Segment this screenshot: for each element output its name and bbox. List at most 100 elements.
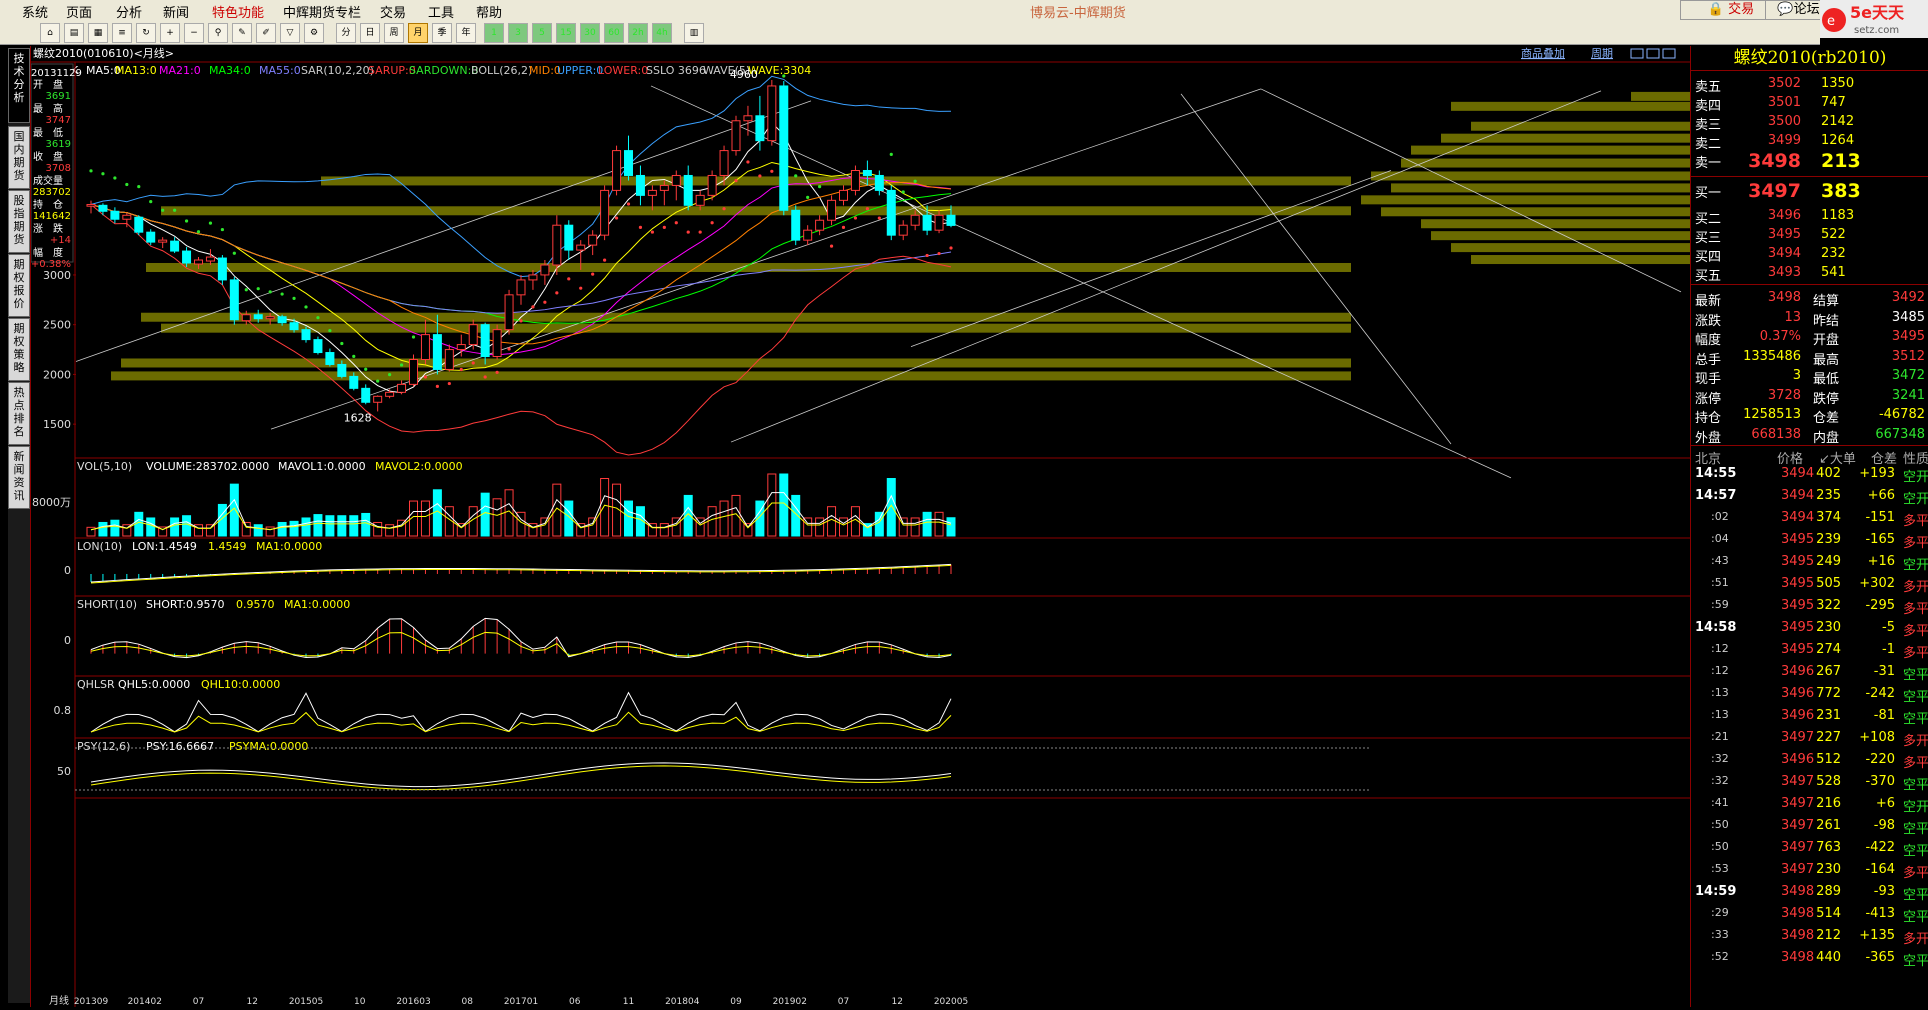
- candle-body: [647, 189, 657, 196]
- volume-profile-bar: [1471, 255, 1691, 265]
- volume-profile-bar: [1631, 91, 1691, 101]
- refresh-icon[interactable]: ↻: [136, 23, 156, 43]
- logo[interactable]: e 5e天天 setz.com: [1820, 0, 1928, 38]
- period-3-button[interactable]: 3: [508, 23, 528, 43]
- tick-row: :43 3495 249 +16 空开: [1691, 552, 1928, 573]
- tab-hot-ranking[interactable]: 热点排名: [8, 382, 30, 445]
- tick-oi-change: -165: [1865, 532, 1895, 547]
- menu-system[interactable]: 系统: [22, 2, 48, 21]
- sar-dot: [292, 296, 296, 300]
- tick-price: 3497: [1781, 774, 1815, 789]
- sub-panel-title: LON(10): [77, 540, 122, 553]
- settings-icon[interactable]: ⚙: [304, 23, 324, 43]
- x-axis-tick: 202005: [934, 997, 968, 1007]
- period-month-button[interactable]: 月: [408, 23, 428, 43]
- list-icon[interactable]: ≡: [112, 23, 132, 43]
- stat-row: 总手 1335486 最高 3512: [1691, 347, 1928, 368]
- volume-bar: [707, 506, 717, 537]
- period-30-button[interactable]: 30: [580, 23, 600, 43]
- menu-trade[interactable]: 交易: [380, 2, 406, 21]
- kline-chart[interactable]: 螺纹2010(010610)<月线> 商品叠加 周期 KMA5:0MA13:0M…: [30, 46, 1691, 1007]
- bid-volume: 1183: [1821, 208, 1855, 223]
- tab-index-futures[interactable]: 股指期货: [8, 190, 30, 253]
- tick-volume: 763: [1816, 840, 1841, 855]
- forum-button-label: 论坛: [1793, 2, 1820, 17]
- tick-type: 多平: [1903, 536, 1928, 551]
- search-icon[interactable]: ⚲: [208, 23, 228, 43]
- info-value: 141642: [33, 211, 71, 222]
- candle-body: [409, 359, 418, 385]
- period-15-button[interactable]: 15: [556, 23, 576, 43]
- sar-dot: [567, 277, 571, 281]
- chart-area[interactable]: 螺纹2010(010610)<月线> 商品叠加 周期 KMA5:0MA13:0M…: [30, 46, 1691, 1007]
- candle-body: [624, 150, 633, 176]
- volume-bar: [659, 523, 669, 537]
- volume-profile-bar: [1421, 219, 1691, 229]
- period-4h-button[interactable]: 4h: [652, 23, 672, 43]
- filter-icon[interactable]: ▽: [280, 23, 300, 43]
- chart-icon[interactable]: ▤: [64, 23, 84, 43]
- pen-icon[interactable]: ✎: [232, 23, 252, 43]
- tick-row: :50 3497 763 -422 空平: [1691, 838, 1928, 859]
- period-minute-button[interactable]: 分: [336, 23, 356, 43]
- quote-title: 螺纹2010(rb2010): [1691, 46, 1928, 71]
- home-icon[interactable]: ⌂: [40, 23, 60, 43]
- period-year-button[interactable]: 年: [456, 23, 476, 43]
- menu-analysis[interactable]: 分析: [116, 2, 142, 21]
- candle-body: [86, 204, 96, 207]
- period-quarter-button[interactable]: 季: [432, 23, 452, 43]
- menu-news[interactable]: 新闻: [163, 2, 189, 21]
- zoom-in-icon[interactable]: +: [160, 23, 180, 43]
- sar-dot: [901, 190, 905, 194]
- tick-price: 3497: [1781, 796, 1815, 811]
- period-day-button[interactable]: 日: [360, 23, 380, 43]
- tab-option-strategy[interactable]: 期权策略: [8, 318, 30, 381]
- menu-special[interactable]: 特色功能: [212, 2, 264, 21]
- draw-icon[interactable]: ✐: [256, 23, 276, 43]
- symbol-header: 螺纹2010(010610)<月线>: [33, 46, 174, 60]
- sar-dot: [220, 227, 224, 232]
- sar-dot: [447, 381, 451, 386]
- menu-tools[interactable]: 工具: [428, 2, 454, 21]
- candle-body: [313, 339, 323, 354]
- info-label: 涨 跌: [33, 222, 63, 235]
- tab-news[interactable]: 新闻资讯: [8, 446, 30, 509]
- candle-body: [922, 214, 932, 231]
- volume-profile-bar: [111, 371, 1351, 381]
- stat-row: 幅度 0.37% 开盘 3495: [1691, 327, 1928, 348]
- sub-panel-title: PSY(12,6): [77, 740, 130, 753]
- tab-domestic-futures[interactable]: 国内期货: [8, 126, 30, 189]
- menu-help[interactable]: 帮助: [476, 2, 502, 21]
- sub-panel-value: MAVOL2:0.0000: [375, 460, 463, 473]
- tick-type: 空平: [1903, 778, 1928, 793]
- stat-row: 最新 3498 结算 3492: [1691, 288, 1928, 309]
- tick-type: 空开: [1903, 470, 1928, 485]
- menu-zhonghui[interactable]: 中辉期货专栏: [283, 2, 361, 21]
- candle-body: [600, 189, 610, 236]
- ask-volume: 2142: [1821, 114, 1855, 129]
- indicator-label: MA21:0: [159, 64, 201, 77]
- period-60-button[interactable]: 60: [604, 23, 624, 43]
- candle-body: [492, 329, 502, 358]
- candle-body: [182, 250, 192, 264]
- volume-profile-bar: [1371, 171, 1691, 181]
- table-icon[interactable]: ▥: [684, 23, 704, 43]
- candle-body: [695, 194, 705, 206]
- tab-option-quotes[interactable]: 期权报价: [8, 254, 30, 317]
- period-1-button[interactable]: 1: [484, 23, 504, 43]
- sar-dot: [208, 221, 213, 225]
- sub-panel-value: 0.9570: [236, 598, 275, 611]
- lock-icon: 🔒: [1707, 2, 1725, 17]
- period-2h-button[interactable]: 2h: [628, 23, 648, 43]
- zoom-out-icon[interactable]: −: [184, 23, 204, 43]
- tick-time: :12: [1711, 642, 1729, 655]
- grid-icon[interactable]: ▦: [88, 23, 108, 43]
- candle-body: [444, 349, 454, 370]
- tab-technical-analysis[interactable]: 技术分析: [8, 48, 30, 123]
- period-5-button[interactable]: 5: [532, 23, 552, 43]
- volume-bar: [385, 524, 395, 537]
- tick-oi-change: +16: [1867, 554, 1895, 569]
- period-week-button[interactable]: 周: [384, 23, 404, 43]
- tick-oi-change: -5: [1882, 620, 1895, 635]
- menu-page[interactable]: 页面: [66, 2, 92, 21]
